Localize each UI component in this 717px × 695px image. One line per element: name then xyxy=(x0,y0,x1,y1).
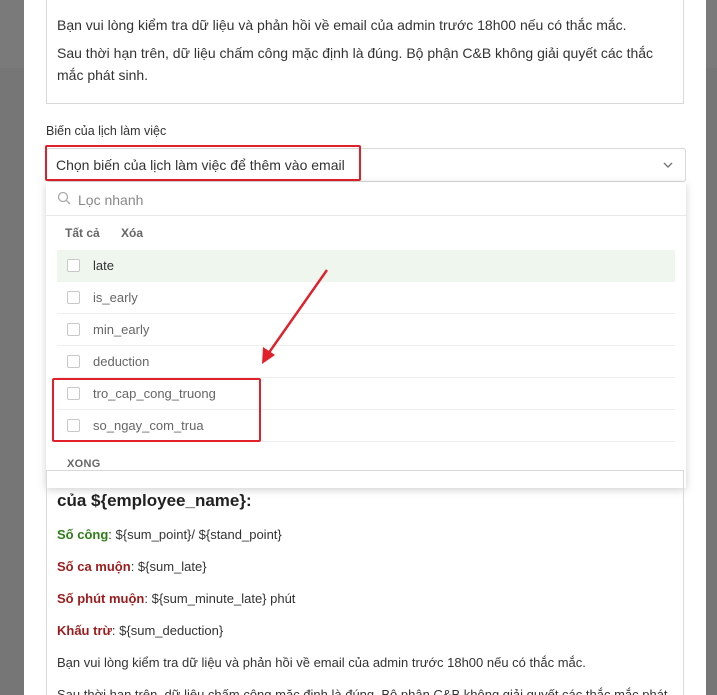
variable-dropdown: Tất cả Xóa late is_early min_early deduc… xyxy=(46,182,686,488)
preview-row-minute-late: Số phút muộn: ${sum_minute_late} phút xyxy=(57,591,295,606)
row-value: : ${sum_late} xyxy=(130,559,207,574)
checkbox[interactable] xyxy=(67,387,80,400)
preview-footer-2: Sau thời hạn trên, dữ liệu chấm công mặc… xyxy=(57,687,668,695)
option-label: tro_cap_cong_truong xyxy=(93,386,216,401)
email-preview-top: Bạn vui lòng kiểm tra dữ liệu và phản hồ… xyxy=(46,0,684,104)
row-label: Số ca muộn xyxy=(57,559,131,574)
row-value: : ${sum_minute_late} phút xyxy=(144,591,296,606)
select-all-link[interactable]: Tất cả xyxy=(65,226,100,240)
preview-row-point: Số công: ${sum_point}/ ${stand_point} xyxy=(57,527,282,542)
option-late[interactable]: late xyxy=(57,250,675,282)
option-min-early[interactable]: min_early xyxy=(57,314,675,346)
clear-link[interactable]: Xóa xyxy=(121,226,143,240)
option-label: deduction xyxy=(93,354,150,369)
checkbox[interactable] xyxy=(67,355,80,368)
option-label: late xyxy=(93,258,114,273)
checkbox[interactable] xyxy=(67,291,80,304)
row-label: Số phút muộn xyxy=(57,591,145,606)
option-tro-cap-cong-truong[interactable]: tro_cap_cong_truong xyxy=(57,378,675,410)
select-placeholder: Chọn biến của lịch làm việc để thêm vào … xyxy=(56,157,345,173)
checkbox[interactable] xyxy=(67,419,80,432)
search-input[interactable] xyxy=(76,188,640,212)
row-label: Số công xyxy=(57,527,109,542)
email-preview-bottom: của ${employee_name}: Số công: ${sum_poi… xyxy=(46,470,684,695)
preview-heading: của ${employee_name}: xyxy=(57,491,252,510)
modal-dialog: Bạn vui lòng kiểm tra dữ liệu và phản hồ… xyxy=(24,0,706,695)
checkbox[interactable] xyxy=(67,259,80,272)
preview-row-late: Số ca muộn: ${sum_late} xyxy=(57,559,207,574)
preview-line-1: Bạn vui lòng kiểm tra dữ liệu và phản hồ… xyxy=(57,17,627,33)
option-is-early[interactable]: is_early xyxy=(57,282,675,314)
row-value: : ${sum_deduction} xyxy=(111,623,224,638)
preview-row-deduction: Khấu trừ: ${sum_deduction} xyxy=(57,623,223,638)
preview-footer-1: Bạn vui lòng kiểm tra dữ liệu và phản hồ… xyxy=(57,655,586,670)
search-row xyxy=(46,182,686,216)
option-label: so_ngay_com_trua xyxy=(93,418,204,433)
field-label: Biến của lịch làm việc xyxy=(46,124,167,138)
option-deduction[interactable]: deduction xyxy=(57,346,675,378)
row-value: : ${sum_point}/ ${stand_point} xyxy=(108,527,282,542)
checkbox[interactable] xyxy=(67,323,80,336)
option-label: min_early xyxy=(93,322,150,337)
done-button[interactable]: XONG xyxy=(67,458,101,470)
chevron-down-icon[interactable] xyxy=(661,158,675,172)
option-so-ngay-com-trua[interactable]: so_ngay_com_trua xyxy=(57,410,675,442)
option-label: is_early xyxy=(93,290,138,305)
search-icon xyxy=(57,191,71,205)
preview-line-2: Sau thời hạn trên, dữ liệu chấm công mặc… xyxy=(57,45,654,83)
row-label: Khấu trừ xyxy=(57,623,112,638)
variable-select[interactable]: Chọn biến của lịch làm việc để thêm vào … xyxy=(46,148,686,182)
